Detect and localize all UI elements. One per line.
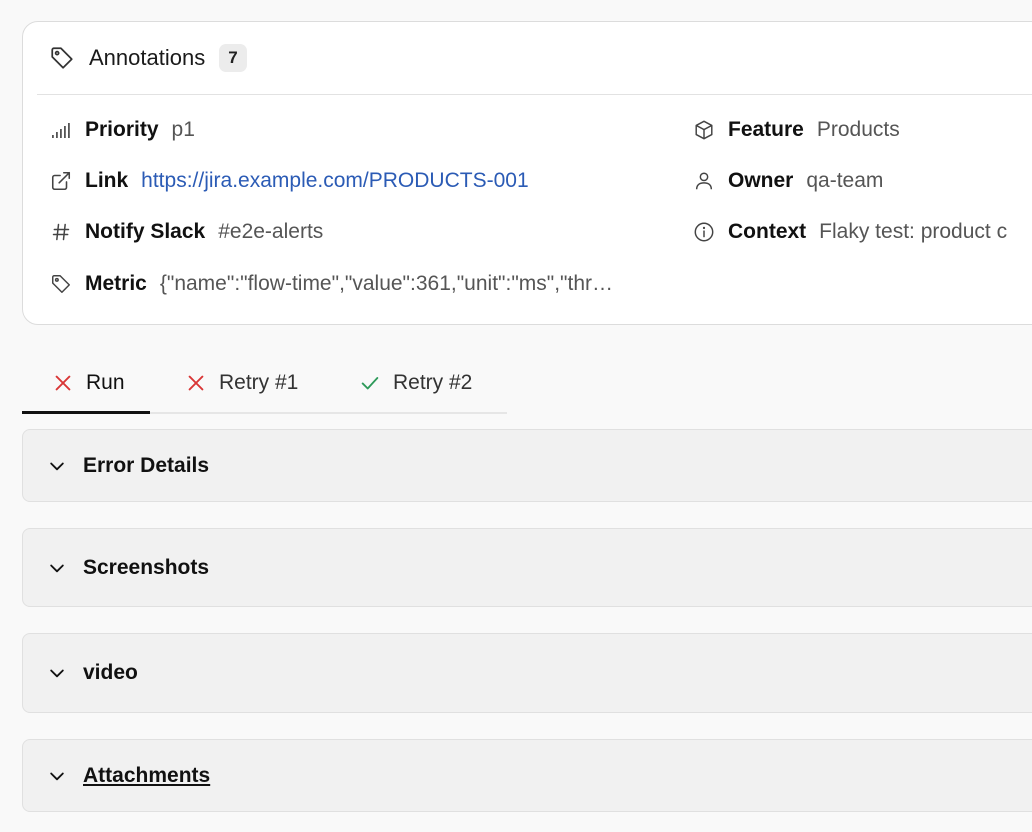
- active-tab-indicator: [22, 411, 150, 414]
- tag-icon: [52, 275, 70, 293]
- annotations-card: Annotations 7 Priority p1 Feature Produc: [22, 21, 1032, 325]
- check-icon: [361, 377, 379, 390]
- annotation-link-value[interactable]: https://jira.example.com/PRODUCTS-001: [141, 169, 528, 193]
- annotation-value: Flaky test: product c: [819, 220, 1008, 243]
- info-icon: [694, 222, 714, 242]
- tab-retry-1[interactable]: Retry #1: [185, 354, 298, 412]
- external-link-icon: [51, 171, 71, 191]
- signal-bars-icon: [52, 123, 70, 138]
- annotation-context: Context Flaky test: product c: [692, 220, 1007, 244]
- annotations-count-badge: 7: [219, 44, 247, 72]
- annotation-link: Link https://jira.example.com/PRODUCTS-0…: [49, 169, 529, 193]
- section-video[interactable]: video: [22, 633, 1032, 713]
- annotation-value: #e2e-alerts: [218, 220, 324, 243]
- tag-icon: [51, 47, 73, 69]
- user-icon: [695, 172, 713, 190]
- x-icon: [55, 375, 71, 391]
- annotation-value: qa-team: [806, 169, 884, 192]
- chevron-down-icon: [50, 462, 64, 470]
- section-title: Error Details: [83, 453, 210, 477]
- annotations-title: Annotations: [89, 45, 206, 70]
- annotation-feature: Feature Products: [692, 118, 900, 142]
- tab-label: Run: [86, 371, 125, 394]
- annotation-key: Link: [85, 169, 129, 192]
- annotations-header: Annotations 7: [37, 22, 1032, 95]
- annotation-metric: Metric {"name":"flow-time","value":361,"…: [49, 272, 613, 296]
- annotation-key: Feature: [728, 118, 804, 141]
- chevron-down-icon: [50, 564, 64, 572]
- annotation-key: Metric: [85, 272, 147, 295]
- tab-label: Retry #2: [393, 371, 473, 394]
- section-title: Screenshots: [83, 555, 210, 579]
- hash-icon: [52, 223, 70, 241]
- tab-run[interactable]: Run: [52, 354, 125, 412]
- section-title: video: [83, 661, 138, 684]
- section-screenshots[interactable]: Screenshots: [22, 528, 1032, 607]
- annotation-priority: Priority p1: [49, 118, 195, 142]
- annotation-value: Products: [816, 118, 900, 141]
- section-title: Attachments: [83, 763, 211, 787]
- result-tabs: Run Retry #1 Retry #2: [22, 354, 507, 414]
- tab-label: Retry #1: [219, 371, 299, 394]
- annotation-notify-slack: Notify Slack #e2e-alerts: [49, 220, 323, 244]
- cube-icon: [695, 120, 713, 140]
- annotation-key: Priority: [85, 118, 159, 141]
- chevron-down-icon: [50, 772, 64, 780]
- annotation-owner: Owner qa-team: [692, 169, 883, 193]
- x-icon: [188, 375, 204, 391]
- chevron-down-icon: [50, 669, 64, 678]
- annotation-value: p1: [171, 118, 195, 141]
- annotation-key: Notify Slack: [85, 220, 206, 243]
- section-attachments[interactable]: Attachments: [22, 739, 1032, 812]
- annotation-key: Context: [728, 220, 807, 243]
- tab-retry-2[interactable]: Retry #2: [359, 354, 472, 412]
- annotation-value: {"name":"flow-time","value":361,"unit":"…: [159, 272, 614, 295]
- section-error-details[interactable]: Error Details: [22, 429, 1032, 502]
- annotation-key: Owner: [728, 169, 794, 192]
